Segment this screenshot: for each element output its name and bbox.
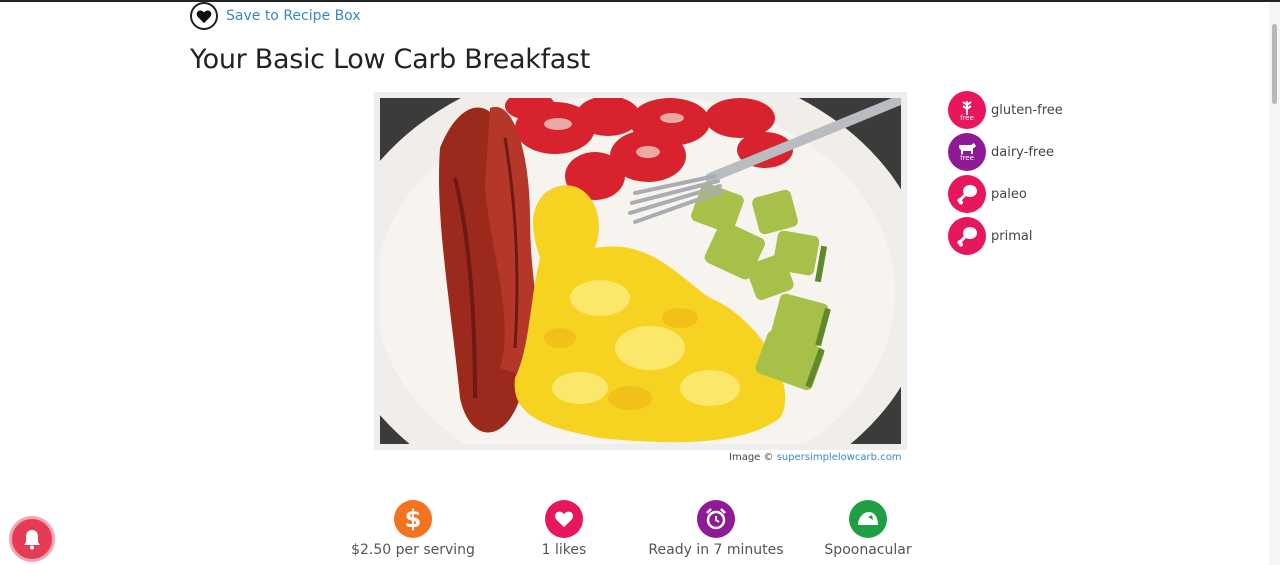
- save-to-recipe-box-button[interactable]: Save to Recipe Box: [190, 2, 361, 30]
- diet-primal[interactable]: primal: [948, 217, 1063, 255]
- alarm-clock-icon: [697, 500, 735, 538]
- notification-bell-button[interactable]: [9, 516, 55, 562]
- dollar-icon: $: [394, 500, 432, 538]
- heart-icon: [190, 2, 218, 30]
- save-label: Save to Recipe Box: [226, 8, 361, 24]
- recipe-image: [380, 98, 901, 444]
- stat-price: $ $2.50 per serving: [338, 500, 488, 558]
- recipe-title: Your Basic Low Carb Breakfast: [190, 44, 591, 75]
- diet-label: dairy-free: [991, 144, 1054, 160]
- heart-icon: [545, 500, 583, 538]
- diet-label: primal: [991, 228, 1033, 244]
- stat-label: Spoonacular: [824, 542, 912, 558]
- stat-label: Ready in 7 minutes: [648, 542, 784, 558]
- scrollbar-thumb[interactable]: [1272, 24, 1277, 104]
- diet-dairy-free[interactable]: free dairy-free: [948, 133, 1063, 171]
- stat-label: $2.50 per serving: [351, 542, 475, 558]
- free-badge: free: [960, 154, 974, 162]
- spoonacular-icon: [849, 500, 887, 538]
- diet-label: gluten-free: [991, 102, 1063, 118]
- recipe-image-frame: [374, 92, 907, 450]
- diet-paleo[interactable]: paleo: [948, 175, 1063, 213]
- stat-ready-time: Ready in 7 minutes: [641, 500, 791, 558]
- bell-icon: [24, 530, 40, 550]
- image-credit-link[interactable]: supersimplelowcarb.com: [777, 452, 902, 463]
- image-credit: Image © supersimplelowcarb.com: [729, 452, 902, 463]
- diet-gluten-free[interactable]: free gluten-free: [948, 91, 1063, 129]
- vertical-scrollbar[interactable]: [1269, 2, 1280, 565]
- image-credit-prefix: Image ©: [729, 452, 774, 463]
- diet-label: paleo: [991, 186, 1027, 202]
- free-badge: free: [960, 113, 974, 122]
- drumstick-icon: [948, 217, 986, 255]
- cow-free-icon: free: [948, 133, 986, 171]
- stat-likes: 1 likes: [489, 500, 639, 558]
- diet-badges: free gluten-free free dairy-free paleo p…: [948, 91, 1063, 259]
- wheat-free-icon: free: [948, 91, 986, 129]
- stat-label: 1 likes: [541, 542, 587, 558]
- drumstick-icon: [948, 175, 986, 213]
- stat-spoonacular-score: Spoonacular: [793, 500, 943, 558]
